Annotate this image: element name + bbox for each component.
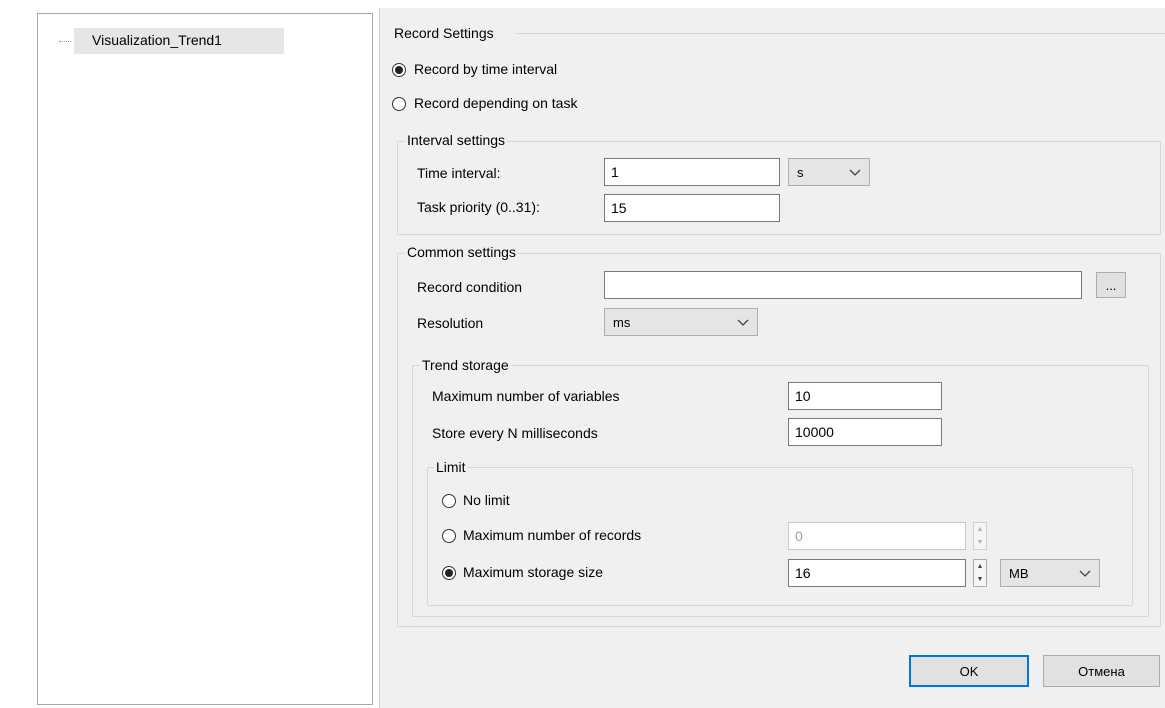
tree-connector bbox=[59, 41, 71, 42]
chevron-down-icon bbox=[849, 169, 861, 176]
record-condition-label: Record condition bbox=[417, 279, 523, 295]
spin-up-icon[interactable]: ▲ bbox=[974, 523, 986, 536]
radio-label-time-interval: Record by time interval bbox=[414, 61, 558, 77]
radio-label-max-storage-size: Maximum storage size bbox=[463, 564, 604, 580]
tree-panel bbox=[37, 13, 373, 705]
time-unit-value: s bbox=[797, 165, 804, 180]
radio-label-max-records: Maximum number of records bbox=[463, 527, 642, 543]
chevron-down-icon bbox=[737, 319, 749, 326]
max-records-input[interactable]: 0 bbox=[788, 522, 966, 550]
time-interval-label: Time interval: bbox=[417, 165, 501, 181]
record-settings-title: Record Settings bbox=[394, 25, 494, 41]
time-interval-input[interactable]: 1 bbox=[604, 158, 780, 186]
common-settings-title: Common settings bbox=[405, 244, 518, 260]
spin-up-icon[interactable]: ▲ bbox=[974, 560, 986, 573]
store-every-input[interactable]: 10000 bbox=[788, 418, 942, 446]
max-variables-input[interactable]: 10 bbox=[788, 382, 942, 410]
trend-storage-title: Trend storage bbox=[420, 357, 511, 373]
resolution-select[interactable]: ms bbox=[604, 308, 758, 336]
cancel-button[interactable]: Отмена bbox=[1043, 655, 1160, 687]
radio-max-records[interactable] bbox=[442, 529, 456, 543]
radio-max-storage-size[interactable] bbox=[442, 566, 456, 580]
chevron-down-icon bbox=[1079, 570, 1091, 577]
ok-button[interactable]: OK bbox=[909, 655, 1029, 687]
interval-settings-title: Interval settings bbox=[405, 132, 508, 148]
spin-down-icon[interactable]: ▼ bbox=[974, 573, 986, 586]
radio-record-by-time-interval[interactable] bbox=[392, 63, 406, 77]
resolution-label: Resolution bbox=[417, 315, 484, 331]
limit-title: Limit bbox=[434, 459, 468, 475]
size-unit-value: MB bbox=[1009, 566, 1029, 581]
size-unit-select[interactable]: MB bbox=[1000, 559, 1100, 587]
record-settings-divider bbox=[516, 33, 1165, 34]
radio-label-depending-on-task: Record depending on task bbox=[414, 95, 578, 111]
record-condition-input[interactable] bbox=[604, 271, 1082, 299]
store-every-label: Store every N milliseconds bbox=[432, 425, 598, 441]
task-priority-label: Task priority (0..31): bbox=[417, 199, 540, 215]
radio-no-limit[interactable] bbox=[442, 494, 456, 508]
time-unit-select[interactable]: s bbox=[788, 158, 870, 186]
max-records-spinner[interactable]: ▲ ▼ bbox=[973, 522, 987, 550]
task-priority-input[interactable]: 15 bbox=[604, 194, 780, 222]
tree-item-label: Visualization_Trend1 bbox=[92, 32, 222, 48]
record-condition-browse-button[interactable]: ... bbox=[1096, 272, 1126, 298]
resolution-value: ms bbox=[613, 315, 631, 330]
spin-down-icon[interactable]: ▼ bbox=[974, 536, 986, 549]
radio-record-depending-on-task[interactable] bbox=[392, 97, 406, 111]
max-storage-size-spinner[interactable]: ▲ ▼ bbox=[973, 559, 987, 587]
max-storage-size-input[interactable]: 16 bbox=[788, 559, 966, 587]
max-variables-label: Maximum number of variables bbox=[432, 388, 620, 404]
radio-label-no-limit: No limit bbox=[463, 492, 510, 508]
